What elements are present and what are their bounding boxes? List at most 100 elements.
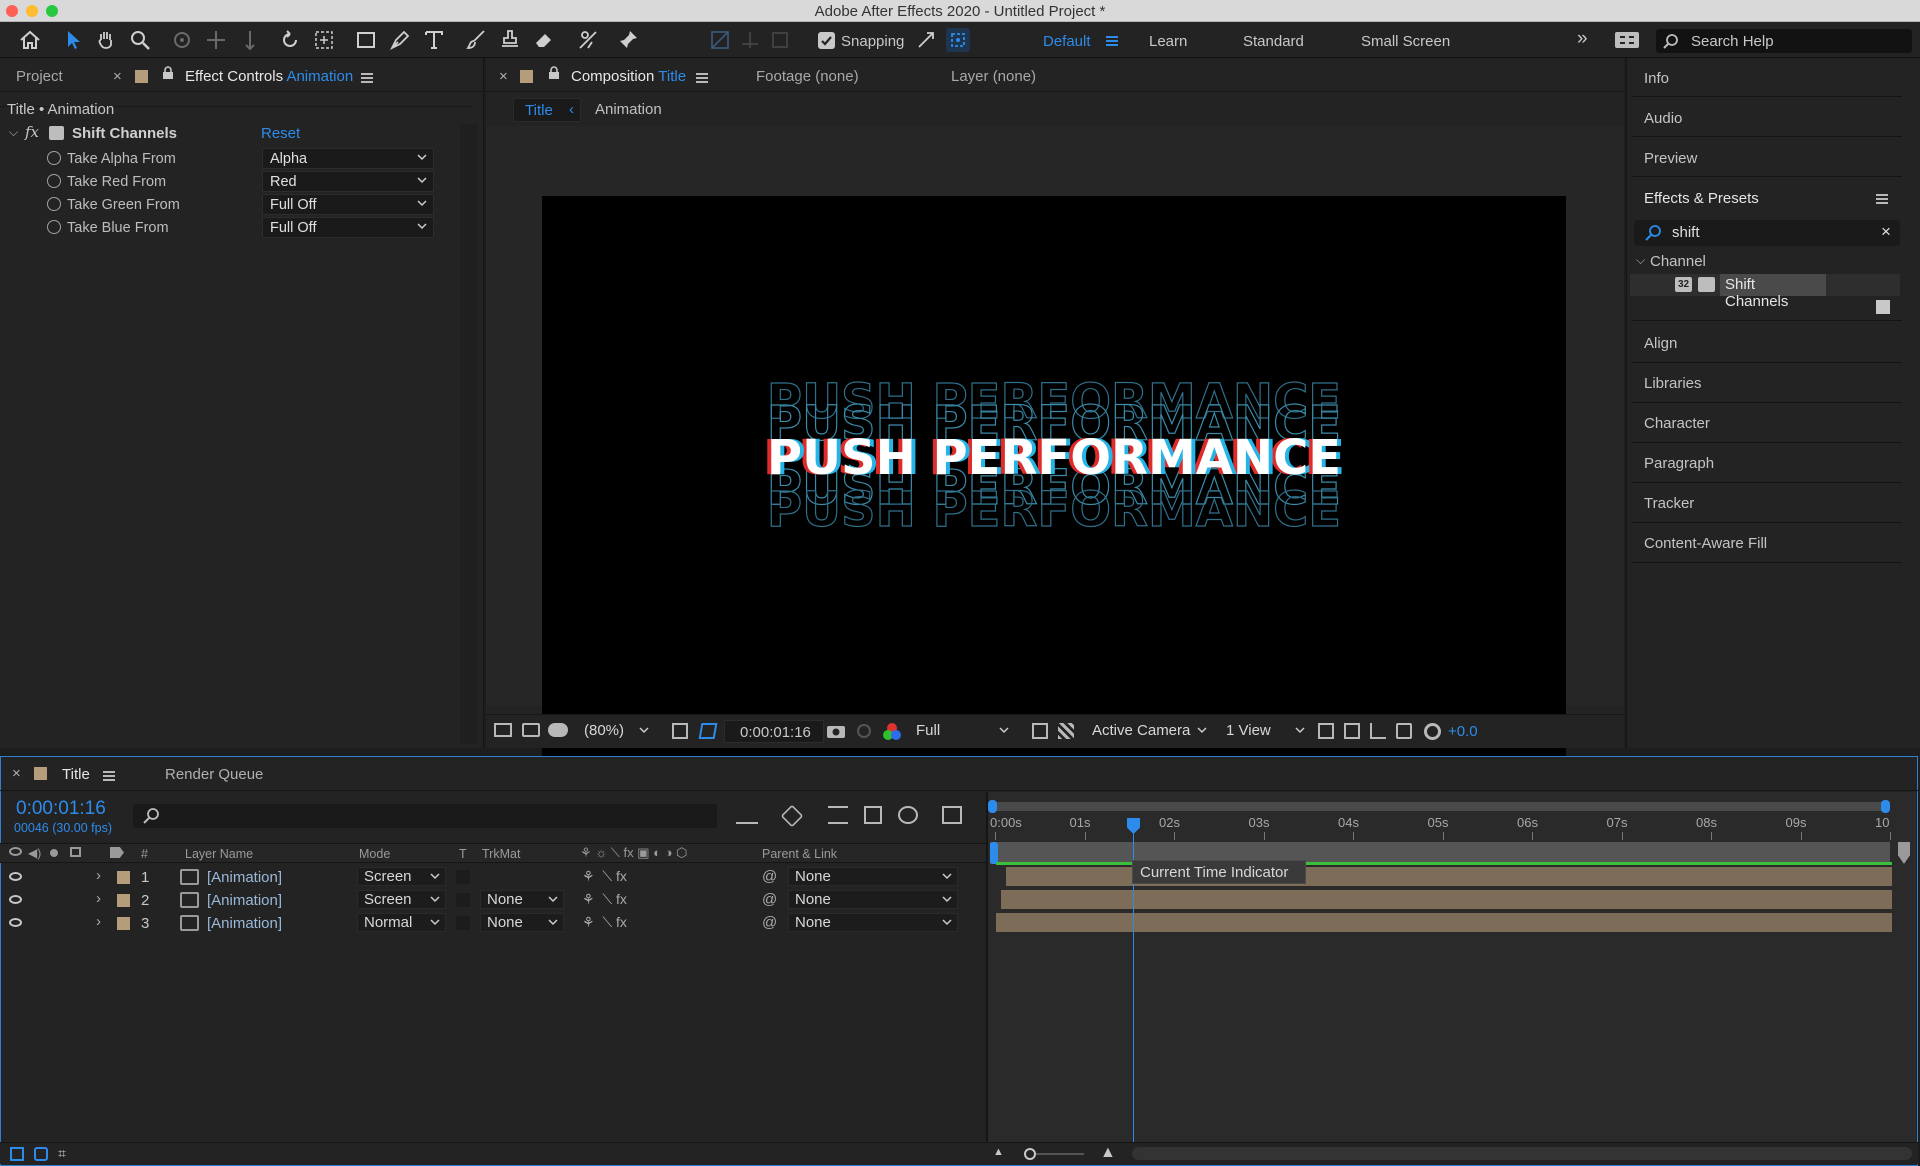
region-of-interest-icon[interactable]: [1032, 723, 1048, 739]
panel-menu-icon[interactable]: [1876, 194, 1888, 206]
scrollbar[interactable]: [460, 124, 478, 744]
layer-mode-dropdown[interactable]: Normal: [357, 913, 446, 932]
layer-row[interactable]: › 2 [Animation] Screen None ⚘ ⟍ fx @ Non…: [0, 889, 986, 911]
close-tab-icon[interactable]: ×: [12, 765, 21, 782]
timeline-icon[interactable]: [1370, 723, 1386, 739]
tab-render-queue[interactable]: Render Queue: [165, 766, 263, 783]
pan-behind-tool-icon[interactable]: [312, 28, 336, 52]
preview-panel-header[interactable]: Preview: [1644, 150, 1697, 167]
audio-panel-header[interactable]: Audio: [1644, 110, 1682, 127]
navigator-end-handle[interactable]: [1881, 800, 1890, 813]
rgb-channels-icon[interactable]: [882, 722, 902, 742]
toggle-transfer-controls-icon[interactable]: [34, 1147, 48, 1161]
mask-visibility-icon[interactable]: [548, 723, 568, 737]
work-area-start-handle[interactable]: [990, 842, 998, 864]
layer-duration-bar[interactable]: [1001, 890, 1892, 909]
transparency-grid-icon[interactable]: [1058, 723, 1074, 739]
navigator-start-handle[interactable]: [988, 800, 997, 813]
take-blue-from-dropdown[interactable]: Full Off: [262, 217, 434, 238]
layer-row[interactable]: › 3 [Animation] Normal None ⚘ ⟍ fx @ Non…: [0, 912, 986, 934]
layer-name[interactable]: [Animation]: [207, 892, 282, 909]
lock-column-icon[interactable]: [70, 847, 81, 857]
visibility-eye-icon[interactable]: [9, 895, 22, 904]
tab-effect-controls[interactable]: Effect Controls Animation: [185, 68, 353, 85]
expand-layer-icon[interactable]: ›: [96, 913, 101, 930]
breadcrumb-title-item[interactable]: Title ‹: [513, 98, 581, 122]
tab-project[interactable]: Project: [16, 68, 63, 85]
zoom-in-icon[interactable]: ▲: [1100, 1144, 1116, 1162]
pick-whip-icon[interactable]: @: [762, 891, 777, 908]
brush-tool-icon[interactable]: [464, 28, 488, 52]
magnification-dropdown[interactable]: (80%): [578, 722, 654, 742]
sync-settings-icon[interactable]: [1614, 30, 1640, 50]
tab-layer[interactable]: Layer (none): [951, 68, 1036, 85]
work-area-bar[interactable]: [990, 842, 1890, 864]
take-red-from-dropdown[interactable]: Red: [262, 171, 434, 192]
expand-layer-icon[interactable]: ›: [96, 867, 101, 884]
more-workspaces-icon[interactable]: »: [1577, 28, 1588, 50]
layer-switches[interactable]: ⚘ ⟍ fx: [582, 891, 627, 908]
trkmat-dropdown[interactable]: None: [480, 913, 564, 932]
workspace-learn[interactable]: Learn: [1149, 33, 1187, 50]
monitor-icon[interactable]: [522, 723, 540, 737]
tab-footage[interactable]: Footage (none): [756, 68, 859, 85]
expand-effect-icon[interactable]: ⌵: [9, 125, 18, 140]
expand-layer-icon[interactable]: ›: [96, 890, 101, 907]
workspace-menu-icon[interactable]: [1106, 36, 1118, 48]
zoom-slider[interactable]: [1024, 1148, 1084, 1160]
reset-exposure-icon[interactable]: [1424, 723, 1441, 740]
workspace-default[interactable]: Default: [1043, 33, 1091, 50]
timeline-search-input[interactable]: [133, 804, 717, 828]
audio-column-icon[interactable]: ◀): [28, 846, 41, 860]
stopwatch-icon[interactable]: [47, 151, 61, 165]
snap-edges-icon[interactable]: [914, 28, 938, 52]
tab-timeline-title[interactable]: Title: [62, 766, 90, 783]
effects-search-input[interactable]: shift ×: [1634, 220, 1900, 246]
timeline-scrollbar[interactable]: [1132, 1147, 1912, 1160]
grid-guides-icon[interactable]: [672, 723, 688, 739]
flowchart-icon[interactable]: [1396, 723, 1412, 739]
stopwatch-icon[interactable]: [47, 174, 61, 188]
effect-result-row[interactable]: 32 Shift Channels: [1630, 274, 1900, 310]
exposure-value[interactable]: +0.0: [1448, 723, 1478, 740]
breadcrumb-animation-item[interactable]: Animation: [595, 101, 662, 118]
libraries-panel-header[interactable]: Libraries: [1644, 375, 1702, 392]
puppet-pin-tool-icon[interactable]: [616, 28, 640, 52]
always-preview-icon[interactable]: [494, 723, 512, 737]
toggle-switches-icon[interactable]: [10, 1147, 24, 1161]
rotation-tool-icon[interactable]: [278, 28, 302, 52]
timeline-timecode[interactable]: 0:00:01:16: [16, 798, 106, 820]
show-snapshot-icon[interactable]: [854, 723, 874, 739]
workspace-standard[interactable]: Standard: [1243, 33, 1304, 50]
view-axis-mode-icon[interactable]: [768, 28, 792, 52]
tracker-panel-header[interactable]: Tracker: [1644, 495, 1694, 512]
chevron-down-icon[interactable]: ⌵: [1636, 253, 1645, 268]
hide-shy-layers-icon[interactable]: [828, 806, 848, 824]
close-tab-icon[interactable]: ×: [499, 68, 508, 85]
workspace-small-screen[interactable]: Small Screen: [1361, 33, 1450, 50]
pick-whip-icon[interactable]: @: [762, 914, 777, 931]
layer-duration-bar[interactable]: [996, 913, 1892, 932]
layer-name[interactable]: [Animation]: [207, 869, 282, 886]
zoom-out-icon[interactable]: ▲: [993, 1146, 1004, 1158]
close-tab-icon[interactable]: ×: [113, 68, 122, 85]
character-panel-header[interactable]: Character: [1644, 415, 1710, 432]
label-column-icon[interactable]: [110, 847, 124, 858]
effect-result-shift-channels[interactable]: Shift Channels: [1720, 274, 1826, 310]
visibility-eye-icon[interactable]: [9, 872, 22, 881]
panel-menu-icon[interactable]: [696, 73, 708, 85]
orbit-camera-tool-icon[interactable]: [170, 28, 194, 52]
zoom-tool-icon[interactable]: [128, 28, 152, 52]
current-time-display[interactable]: 0:00:01:16: [724, 720, 824, 743]
resolution-dropdown[interactable]: Full: [910, 722, 1014, 742]
world-axis-mode-icon[interactable]: [738, 28, 762, 52]
selection-tool-icon[interactable]: [62, 28, 86, 52]
preserve-transparency-box[interactable]: [456, 870, 470, 884]
toggle-in-out-icon[interactable]: ⌗: [58, 1145, 66, 1162]
panel-menu-icon[interactable]: [103, 771, 115, 783]
tab-composition[interactable]: Composition Title: [571, 68, 686, 85]
eye-column-icon[interactable]: [9, 847, 22, 856]
layer-mode-dropdown[interactable]: Screen: [357, 890, 446, 909]
zoom-slider-thumb[interactable]: [1024, 1148, 1036, 1160]
visibility-eye-icon[interactable]: [9, 918, 22, 927]
